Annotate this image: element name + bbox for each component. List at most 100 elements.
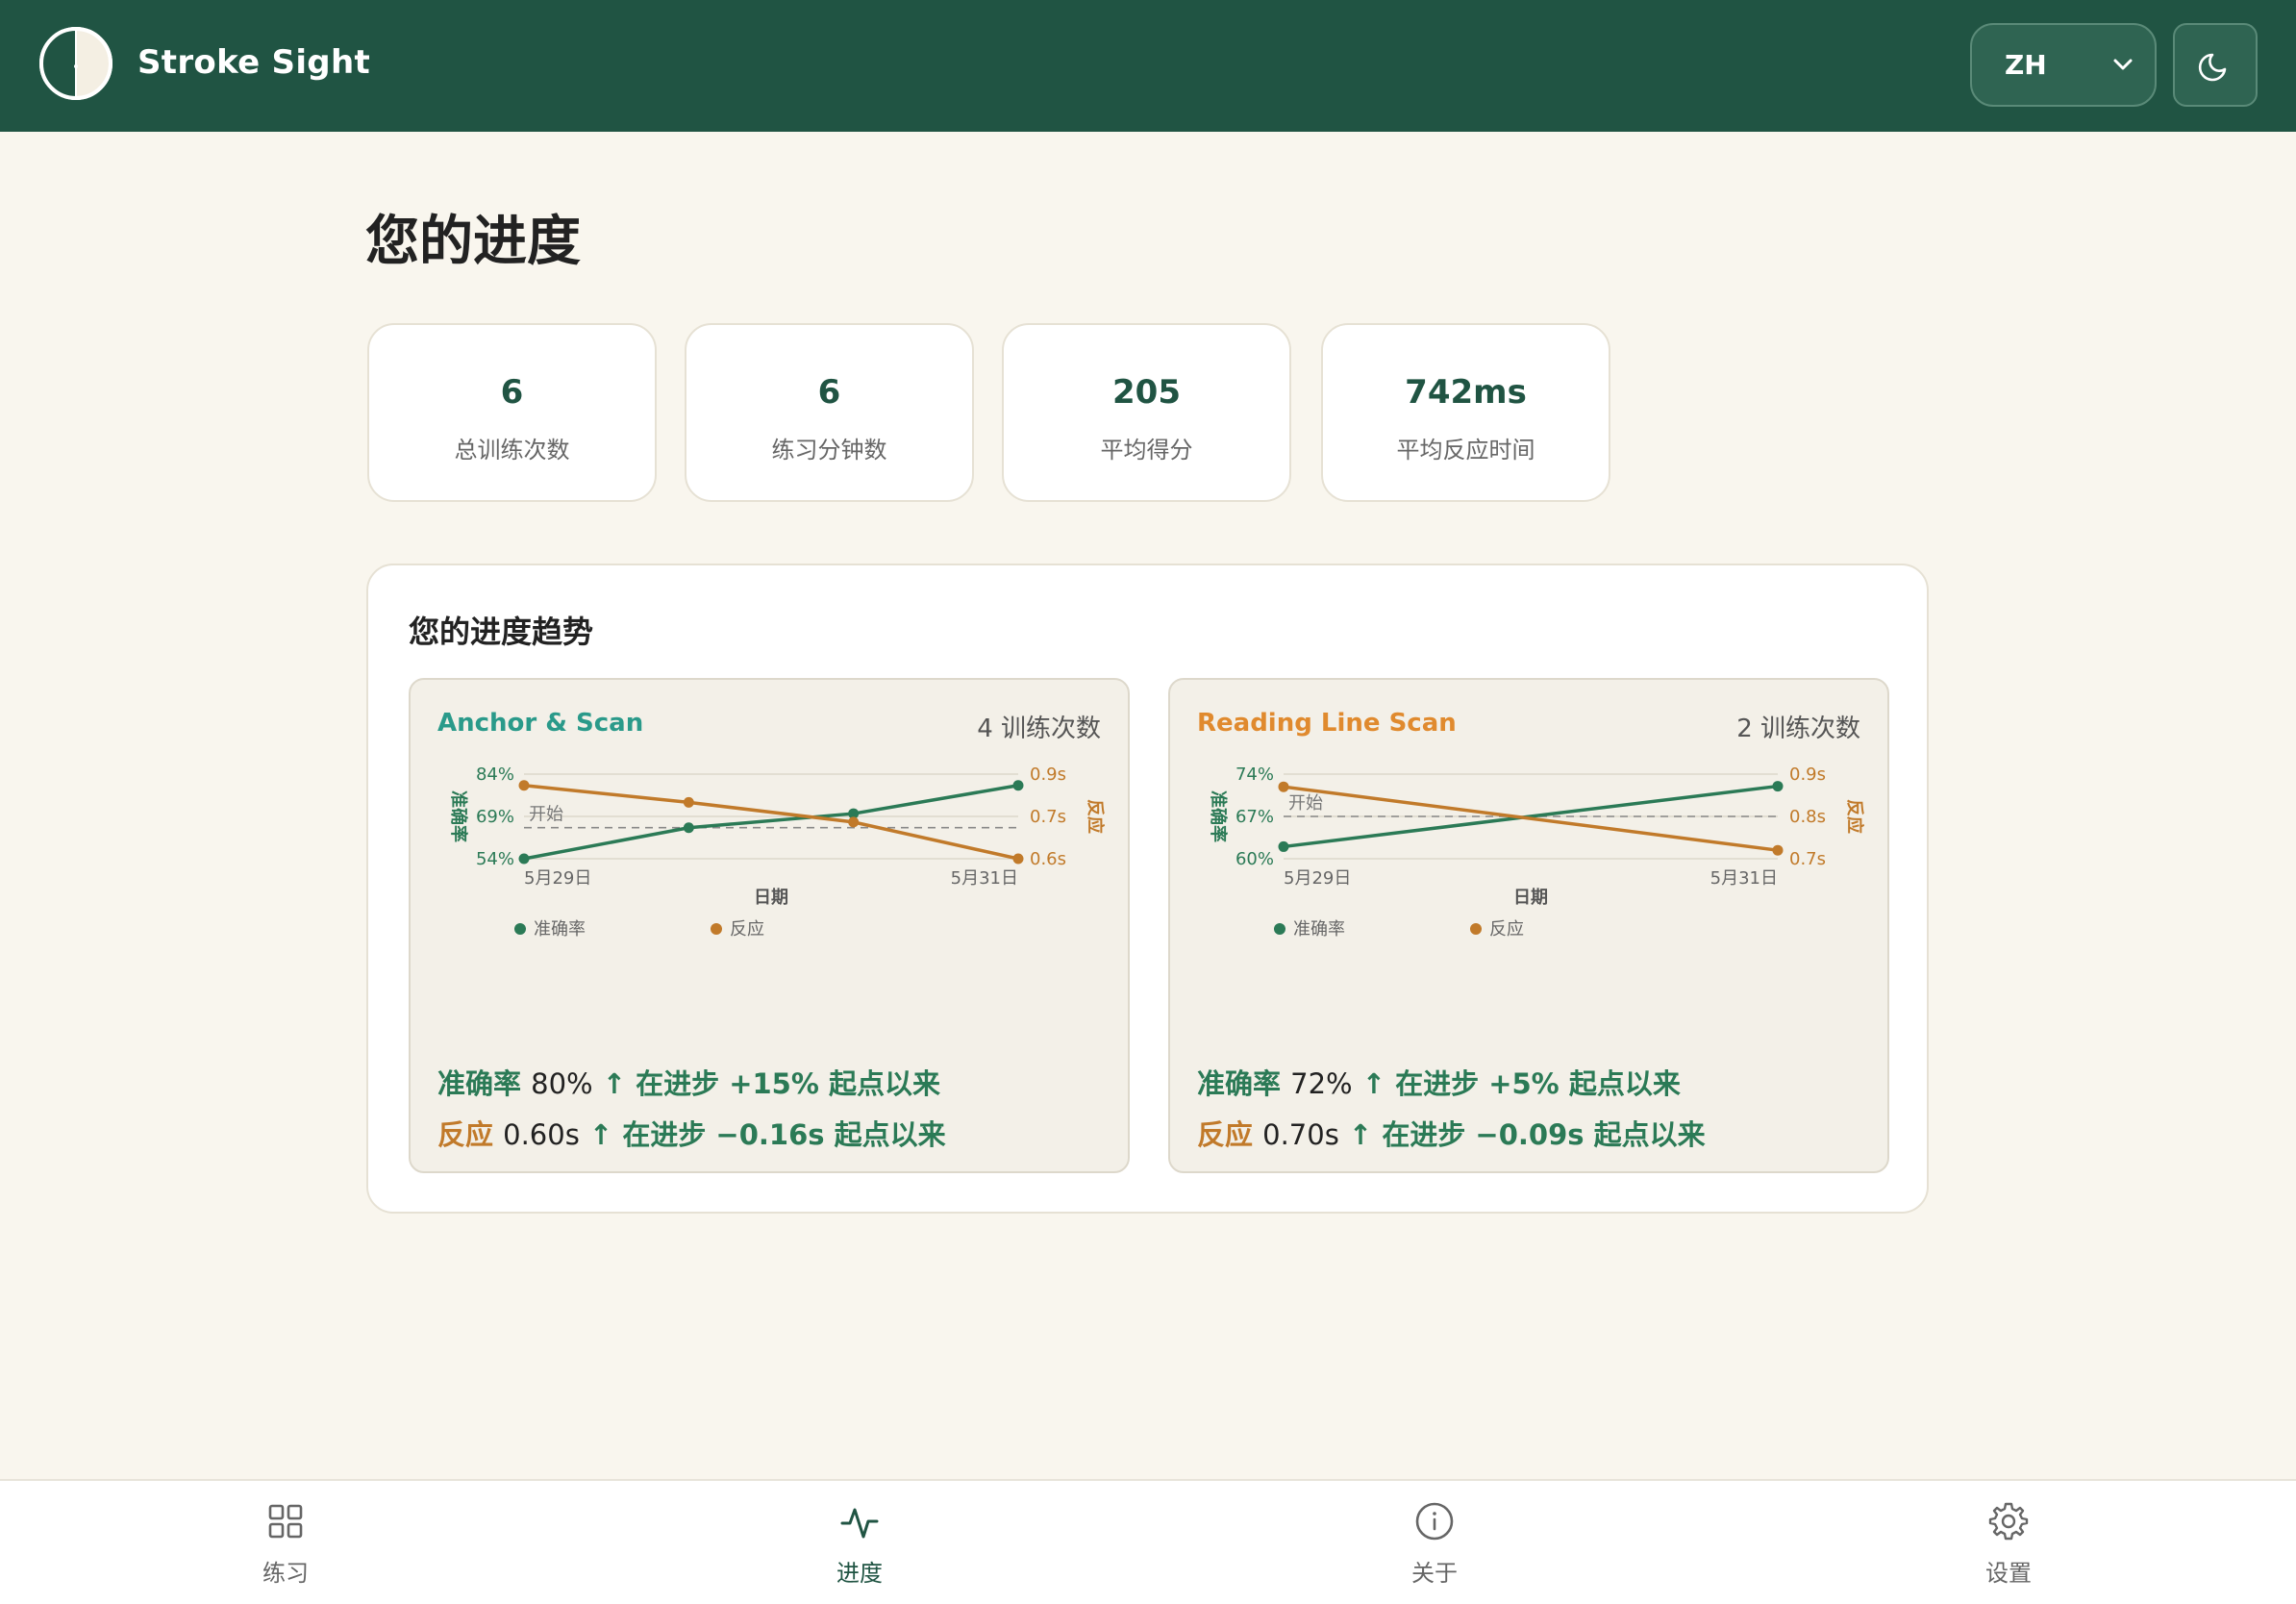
stat-card-average-reaction: 742ms 平均反应时间 [1321, 323, 1610, 502]
stat-card-average-score: 205 平均得分 [1002, 323, 1291, 502]
x-tick-label: 5月31日 [951, 868, 1018, 889]
y-left-tick-label: 69% [476, 807, 514, 827]
exercise-sessions: 4 训练次数 [977, 714, 1101, 743]
data-point [518, 780, 530, 791]
reaction-summary-value: 0.70s [1262, 1118, 1339, 1151]
grid-icon [268, 1504, 303, 1539]
nav-item-settings[interactable]: 设置 [1912, 1481, 2105, 1604]
activity-icon [840, 1508, 879, 1539]
stat-label: 总训练次数 [454, 437, 570, 464]
accuracy-summary-value: 72% [1290, 1067, 1353, 1100]
accuracy-summary-trend: ↑ 在进步 +15% 起点以来 [602, 1067, 941, 1100]
stat-value: 6 [500, 373, 524, 412]
progress-trends-panel: 您的进度趋势 Anchor & Scan 4 训练次数 84% 0.9s 69% 0.… [366, 564, 1929, 1214]
line-chart: 74% 0.9s 67% 0.8s 60% 0.7s 准确率 反应 开始 5月29日 5月31日日期… [1208, 764, 1865, 940]
y-left-tick-label: 67% [1235, 807, 1274, 827]
stat-card-total-sessions: 6 总训练次数 [367, 323, 657, 502]
series-line [523, 784, 1019, 861]
nav-item-about[interactable]: 关于 [1338, 1481, 1531, 1604]
trends-title: 您的进度趋势 [409, 614, 594, 650]
stat-label: 平均得分 [1100, 437, 1193, 464]
stat-label: 练习分钟数 [771, 437, 887, 464]
nav-item-practice[interactable]: 练习 [189, 1481, 382, 1604]
nav-label: 设置 [1985, 1560, 2032, 1587]
y-left-tick-label: 84% [476, 764, 514, 785]
moon-icon [2198, 53, 2227, 81]
data-point [683, 822, 694, 834]
stat-label: 平均反应时间 [1396, 437, 1535, 464]
bottom-navigation: 练习 进度 关于 设置 [0, 1479, 2296, 1604]
reaction-summary-trend: ↑ 在进步 −0.09s 起点以来 [1348, 1118, 1706, 1151]
y-right-tick-label: 0.9s [1030, 764, 1066, 785]
reaction-summary: 反应 0.60s ↑ 在进步 −0.16s 起点以来 [437, 1113, 946, 1153]
x-axis-title: 日期 [1513, 888, 1548, 908]
y-right-tick-label: 0.9s [1789, 764, 1826, 785]
exercise-sessions: 2 训练次数 [1736, 714, 1860, 743]
nav-label: 练习 [262, 1560, 309, 1587]
y-left-axis-title: 准确率 [448, 790, 469, 842]
accuracy-summary: 准确率 80% ↑ 在进步 +15% 起点以来 [437, 1062, 940, 1102]
reaction-summary-label: 反应 [437, 1118, 494, 1151]
stat-card-practice-minutes: 6 练习分钟数 [685, 323, 974, 502]
x-axis-title: 日期 [754, 888, 788, 908]
y-right-axis-title: 反应 [1085, 799, 1106, 834]
y-right-axis-title: 反应 [1844, 799, 1865, 834]
gear-icon [1988, 1502, 2029, 1541]
data-point [1772, 844, 1784, 856]
nav-item-progress[interactable]: 进度 [763, 1481, 956, 1604]
accuracy-summary-trend: ↑ 在进步 +5% 起点以来 [1361, 1067, 1681, 1100]
baseline-label: 开始 [529, 805, 563, 825]
exercise-name: Reading Line Scan [1197, 709, 1457, 738]
logo-icon [39, 27, 112, 100]
reaction-summary: 反应 0.70s ↑ 在进步 −0.09s 起点以来 [1197, 1113, 1706, 1153]
legend-swatch [711, 923, 722, 935]
accuracy-summary-label: 准确率 [437, 1067, 522, 1100]
accuracy-summary: 准确率 72% ↑ 在进步 +5% 起点以来 [1197, 1062, 1681, 1102]
x-tick-label: 5月31日 [1710, 868, 1778, 889]
language-value: ZH [2005, 49, 2047, 81]
x-tick-label: 5月29日 [524, 868, 591, 889]
stat-value: 742ms [1405, 373, 1527, 412]
data-point [1772, 781, 1784, 792]
data-point [1012, 780, 1024, 791]
exercise-card-reading-line-scan: Reading Line Scan 2 训练次数 74% 0.9s 67% 0.8s 6… [1168, 678, 1889, 1173]
line-chart: 84% 0.9s69% 0.7s54% 0.6s准确率 反应开始5月29日 5月31日日期… [448, 764, 1106, 940]
y-right-tick-label: 0.8s [1789, 807, 1826, 827]
app-title: Stroke Sight [137, 43, 370, 82]
app-header: Stroke Sight ZH [0, 0, 2296, 132]
language-select[interactable]: ZH [1970, 23, 2157, 107]
exercise-card-anchor-scan: Anchor & Scan 4 训练次数 84% 0.9s 69% 0.7s 54% 0.… [409, 678, 1130, 1173]
data-point [1278, 840, 1289, 852]
legend-swatch [1470, 923, 1482, 935]
theme-toggle-button[interactable] [2173, 23, 2258, 107]
chevron-down-icon [2113, 59, 2133, 70]
y-right-tick-label: 0.6s [1030, 849, 1066, 869]
data-point [1012, 853, 1024, 865]
reaction-summary-trend: ↑ 在进步 −0.16s 起点以来 [588, 1118, 946, 1151]
data-point [518, 853, 530, 865]
legend-label: 反应 [730, 919, 764, 940]
reaction-summary-label: 反应 [1197, 1118, 1254, 1151]
accuracy-summary-label: 准确率 [1197, 1067, 1282, 1100]
y-left-tick-label: 54% [476, 849, 514, 869]
legend-swatch [1274, 923, 1285, 935]
y-left-tick-label: 60% [1235, 849, 1274, 869]
page-title: 您的进度 [365, 211, 581, 273]
data-point [1278, 781, 1289, 792]
accuracy-summary-value: 80% [531, 1067, 593, 1100]
y-right-tick-label: 0.7s [1789, 849, 1826, 869]
y-right-tick-label: 0.7s [1030, 807, 1066, 827]
nav-label: 关于 [1411, 1560, 1458, 1587]
nav-label: 进度 [836, 1560, 883, 1587]
data-point [848, 816, 860, 828]
data-point [683, 796, 694, 808]
stat-value: 6 [817, 373, 841, 412]
info-icon [1415, 1502, 1454, 1541]
legend-label: 准确率 [534, 919, 586, 940]
y-left-tick-label: 74% [1235, 764, 1274, 785]
x-tick-label: 5月29日 [1284, 868, 1351, 889]
legend-swatch [514, 923, 526, 935]
legend-label: 反应 [1489, 919, 1524, 940]
legend-label: 准确率 [1293, 919, 1345, 940]
baseline-label: 开始 [1288, 793, 1323, 814]
